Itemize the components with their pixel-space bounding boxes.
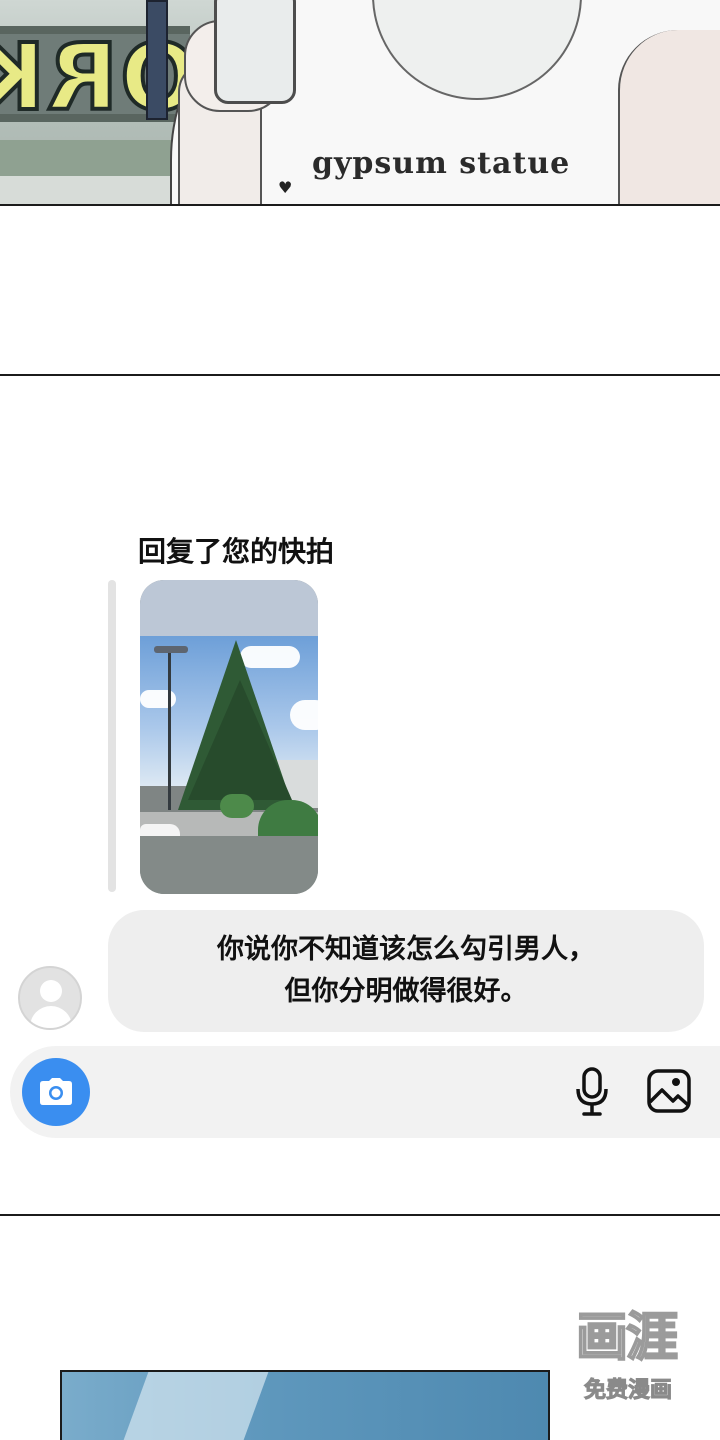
camera-icon (40, 1078, 72, 1105)
watermark-logo: 画涯 (575, 1307, 679, 1369)
reply-caption: 回复了您的快拍 (138, 535, 335, 568)
reply-indicator-bar (108, 580, 116, 892)
camera-button[interactable] (22, 1058, 90, 1126)
shirt-print-text: gypsum statue (312, 146, 571, 181)
avatar-head (40, 980, 62, 1002)
microphone-icon (576, 1067, 608, 1116)
arm-right (618, 30, 720, 204)
top-comic-panel: ORK gypsum statue ♥ (0, 0, 720, 206)
avatar-body (30, 1006, 72, 1028)
watermark: 画涯 免费漫画 (562, 1306, 690, 1406)
gallery-button[interactable] (644, 1066, 694, 1116)
tree (188, 680, 292, 800)
lamp-post (168, 650, 171, 810)
sign-text: ORK (0, 22, 200, 133)
watermark-text: 免费漫画 (583, 1378, 672, 1404)
microphone-button[interactable] (572, 1066, 612, 1118)
cloud (290, 700, 318, 730)
story-snapshot-thumbnail[interactable] (140, 580, 318, 894)
bush (220, 794, 254, 818)
phone (214, 0, 296, 104)
message-line-1: 你说你不知道该怎么勾引男人， (217, 934, 595, 965)
image-icon (647, 1069, 691, 1113)
snapshot-top-band (140, 580, 318, 638)
message-line-2: 但你分明做得很好。 (284, 976, 528, 1007)
light-streak (111, 1372, 273, 1440)
bottom-comic-panel (60, 1370, 550, 1440)
message-bubble[interactable]: 你说你不知道该怎么勾引男人， 但你分明做得很好。 (108, 910, 704, 1032)
heart-icon: ♥ (278, 178, 293, 197)
snapshot-bottom-band (140, 836, 318, 894)
avatar[interactable] (18, 966, 82, 1030)
lamp-head (154, 646, 188, 653)
message-composer[interactable] (10, 1046, 720, 1138)
street-pole (146, 0, 168, 120)
